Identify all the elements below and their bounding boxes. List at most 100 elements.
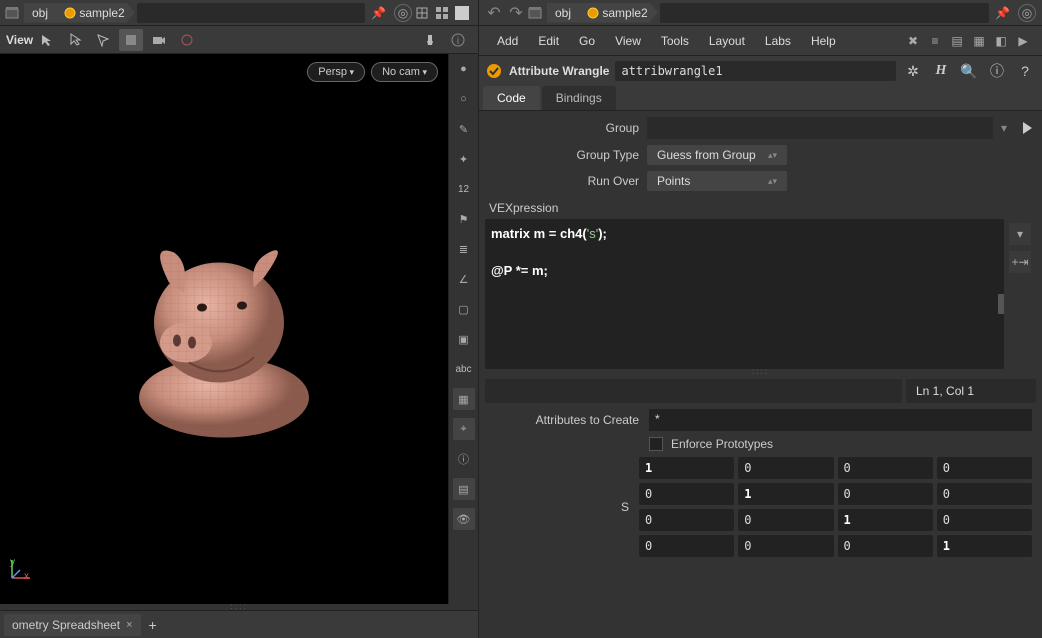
matrix-cell-1-3[interactable]: 0 (937, 483, 1032, 505)
tab-bindings[interactable]: Bindings (542, 86, 616, 110)
vex-code-editor[interactable]: matrix m = ch4('s'); @P *= m; (485, 219, 1004, 369)
tree-icon[interactable]: ≡ (924, 34, 946, 48)
attrs-create-field[interactable]: * (649, 409, 1032, 431)
path-dropdown-r[interactable] (660, 3, 989, 23)
code-resize-handle[interactable]: :::: (479, 369, 1042, 375)
camera-icon[interactable] (147, 29, 171, 51)
path-dropdown[interactable] (137, 3, 365, 23)
nav-back-icon[interactable]: ↶ (483, 3, 505, 23)
pen-icon[interactable]: ✎ (453, 118, 475, 140)
play-icon[interactable]: ▶ (1012, 34, 1034, 48)
box-icon[interactable] (414, 5, 430, 21)
node-type-label: Attribute Wrangle (509, 64, 609, 78)
group-field[interactable] (647, 117, 993, 139)
matrix-cell-0-1[interactable]: 0 (738, 457, 833, 479)
search-icon[interactable]: 🔍 (958, 63, 980, 80)
snap-icon[interactable]: ◎ (394, 4, 412, 22)
scene-icon-right[interactable] (527, 5, 543, 21)
shaded-icon[interactable] (119, 29, 143, 51)
code-add-param-icon[interactable]: +⇥ (1009, 251, 1031, 273)
runover-select[interactable]: Points ▴▾ (647, 171, 787, 191)
menu-labs[interactable]: Labs (755, 34, 801, 48)
grouptype-value: Guess from Group (657, 148, 756, 162)
houdini-h-icon[interactable]: H (930, 63, 952, 79)
matrix-cell-3-2[interactable]: 0 (838, 535, 933, 557)
menu-go[interactable]: Go (569, 34, 605, 48)
dot1-icon[interactable]: ● (453, 58, 475, 80)
code-expand-icon[interactable]: ▾ (1009, 223, 1031, 245)
select-arrow-icon[interactable] (35, 29, 59, 51)
matrix-cell-1-2[interactable]: 0 (838, 483, 933, 505)
matrix-cell-0-3[interactable]: 0 (937, 457, 1032, 479)
matrix-cell-2-0[interactable]: 0 (639, 509, 734, 531)
menu-add[interactable]: Add (487, 34, 528, 48)
code-text: ); (598, 226, 607, 241)
group-select-button[interactable] (1023, 122, 1032, 134)
grid3-icon[interactable]: ▦ (968, 34, 990, 48)
matrix-cell-1-0[interactable]: 0 (639, 483, 734, 505)
path-seg-sample2[interactable]: sample2 (48, 3, 135, 23)
light-icon[interactable] (418, 29, 442, 51)
grouptype-select[interactable]: Guess from Group ▴▾ (647, 145, 787, 165)
label-12[interactable]: 12 (453, 178, 475, 200)
path-seg-sample2-label: sample2 (79, 6, 124, 20)
matrix-cell-2-2[interactable]: 1 (838, 509, 933, 531)
info2-icon[interactable]: ⓘ (453, 448, 475, 470)
record-icon[interactable] (175, 29, 199, 51)
matrix-cell-3-1[interactable]: 0 (738, 535, 833, 557)
matrix-cell-1-1[interactable]: 1 (738, 483, 833, 505)
scrollbar-indicator[interactable] (998, 294, 1004, 314)
scene-icon[interactable] (4, 5, 20, 21)
camera-dropdown[interactable]: No cam (371, 62, 438, 82)
grid-icon[interactable] (434, 5, 450, 21)
pin-icon[interactable]: 📌 (371, 6, 386, 20)
menu-view[interactable]: View (605, 34, 651, 48)
info3-icon[interactable]: ⓘ (986, 61, 1008, 81)
matrix-cell-3-0[interactable]: 0 (639, 535, 734, 557)
matrix-cell-2-3[interactable]: 0 (937, 509, 1032, 531)
label-abc[interactable]: abc (453, 358, 475, 380)
info-icon[interactable]: i (446, 29, 470, 51)
enforce-checkbox[interactable] (649, 437, 663, 451)
matrix-cell-3-3[interactable]: 1 (937, 535, 1032, 557)
cube-icon[interactable]: ▣ (453, 328, 475, 350)
add-tab-button[interactable]: + (149, 617, 157, 633)
3d-viewport[interactable]: Persp No cam (0, 54, 448, 604)
flag-icon[interactable]: ⚑ (453, 208, 475, 230)
persp-dropdown[interactable]: Persp (307, 62, 365, 82)
spreadsheet-tab[interactable]: ometry Spreadsheet × (4, 614, 141, 636)
toggle-icon[interactable]: ◧ (990, 34, 1012, 48)
node-name-field[interactable]: attribwrangle1 (615, 61, 896, 81)
menu-help[interactable]: Help (801, 34, 846, 48)
matrix-cell-2-1[interactable]: 0 (738, 509, 833, 531)
square-icon[interactable]: ▢ (453, 298, 475, 320)
move-icon[interactable] (91, 29, 115, 51)
tab-code[interactable]: Code (483, 86, 540, 110)
menu-edit[interactable]: Edit (528, 34, 569, 48)
close-tab-icon[interactable]: × (126, 619, 132, 631)
help-icon[interactable]: ? (1014, 63, 1036, 79)
geometry-pig-head (114, 208, 334, 451)
menu-tools[interactable]: Tools (651, 34, 699, 48)
layers-icon[interactable]: ≣ (453, 238, 475, 260)
menu-layout[interactable]: Layout (699, 34, 755, 48)
gear-icon[interactable]: ✲ (902, 63, 924, 80)
dot2-icon[interactable]: ○ (453, 88, 475, 110)
snap-icon-r[interactable]: ◎ (1018, 4, 1036, 22)
path-seg-sample2-r[interactable]: sample2 (571, 3, 658, 23)
leaf-icon[interactable]: ✦ (453, 148, 475, 170)
nav-fwd-icon[interactable]: ↷ (505, 3, 527, 23)
matrix-cell-0-2[interactable]: 0 (838, 457, 933, 479)
marker-icon[interactable]: ⌖ (453, 418, 475, 440)
angle-icon[interactable]: ∠ (453, 268, 475, 290)
list-icon[interactable]: ▤ (946, 34, 968, 48)
cursor-icon[interactable] (63, 29, 87, 51)
group-dropdown-icon[interactable]: ▾ (1001, 121, 1015, 135)
solid-icon[interactable] (454, 5, 470, 21)
image-icon[interactable]: ▦ (453, 388, 475, 410)
wrench-icon[interactable]: ✖ (902, 34, 924, 48)
matrix-cell-0-0[interactable]: 1 (639, 457, 734, 479)
pin-icon-r[interactable]: 📌 (995, 6, 1010, 20)
eye-icon[interactable]: 👁 (453, 508, 475, 530)
grid2-icon[interactable]: ▤ (453, 478, 475, 500)
